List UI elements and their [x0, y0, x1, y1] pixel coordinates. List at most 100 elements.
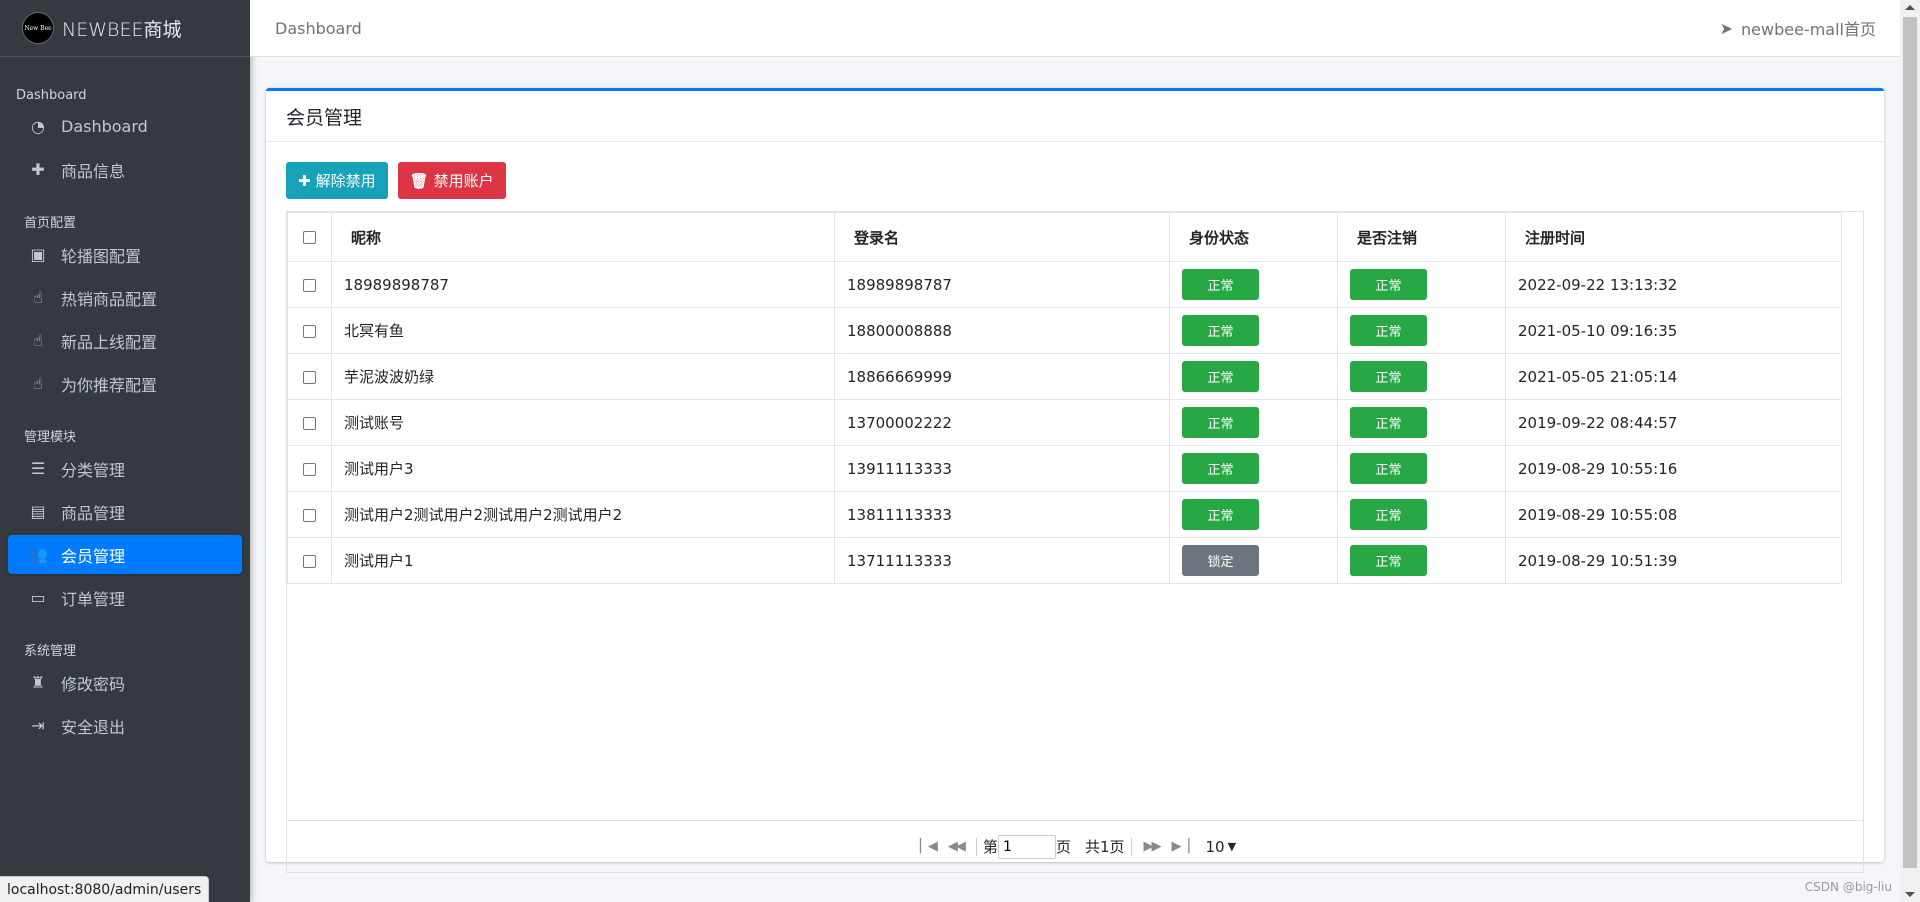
- column-status[interactable]: 身份状态: [1169, 212, 1338, 262]
- prev-page-icon[interactable]: ◀◀: [948, 839, 966, 854]
- nickname-cell: 芋泥波波奶绿: [331, 353, 835, 400]
- login-name-cell: 13711113333: [834, 537, 1170, 584]
- mall-home-link[interactable]: ➤ newbee-mall首页: [1720, 16, 1876, 40]
- nav-section-header: 系统管理: [24, 644, 77, 659]
- page-number-input[interactable]: [997, 834, 1056, 859]
- sidebar-item[interactable]: ▤ 商品管理: [8, 492, 242, 531]
- status-cell: 正常: [1169, 399, 1338, 446]
- users-table: 昵称 登录名 身份状态 是否注销 注册时间 18989898787 189898…: [287, 212, 1842, 584]
- nickname-cell: 测试账号: [331, 399, 835, 446]
- watermark: CSDN @big-liu: [1804, 880, 1892, 894]
- mall-home-label: newbee-mall首页: [1741, 20, 1876, 39]
- sidebar-item[interactable]: ⇥ 安全退出: [8, 706, 242, 745]
- nickname-cell: 北冥有鱼: [331, 307, 835, 354]
- login-name-cell: 13911113333: [834, 445, 1170, 492]
- next-page-icon[interactable]: ▶▶: [1144, 839, 1162, 854]
- status-badge: 正常: [1182, 269, 1259, 300]
- row-checkbox[interactable]: [303, 278, 316, 292]
- sidebar-item[interactable]: ☝ 为你推荐配置: [8, 364, 242, 403]
- nav-section-header: 首页配置: [24, 216, 77, 231]
- column-deleted[interactable]: 是否注销: [1337, 212, 1506, 262]
- register-time-cell: 2019-08-29 10:55:08: [1505, 491, 1842, 538]
- sidebar-item[interactable]: 👥 会员管理: [8, 535, 242, 574]
- table-row[interactable]: 测试用户2测试用户2测试用户2测试用户2 13811113333 正常 正常 2…: [287, 491, 1842, 538]
- table-row[interactable]: 18989898787 18989898787 正常 正常 2022-09-22…: [287, 261, 1842, 308]
- column-login-name[interactable]: 登录名: [834, 212, 1170, 262]
- table-row[interactable]: 测试账号 13700002222 正常 正常 2019-09-22 08:44:…: [287, 399, 1842, 446]
- status-cell: 正常: [1169, 445, 1338, 492]
- list-icon: ☰: [30, 459, 46, 478]
- last-page-icon[interactable]: ▶▕: [1172, 839, 1190, 854]
- table-row[interactable]: 芋泥波波奶绿 18866669999 正常 正常 2021-05-05 21:0…: [287, 353, 1842, 400]
- register-time-cell: 2019-08-29 10:51:39: [1505, 537, 1842, 584]
- topbar: Dashboard ➤ newbee-mall首页: [250, 0, 1900, 57]
- pager-divider: [1130, 837, 1132, 856]
- scrollbar-thumb[interactable]: [1903, 17, 1917, 868]
- row-checkbox[interactable]: [303, 370, 316, 384]
- sidebar-item[interactable]: ☝ 热销商品配置: [8, 278, 242, 317]
- pager: ▏◀ ◀◀ 第 页 共1页 ▶▶ ▶▕ 10 ▼: [287, 820, 1863, 872]
- page-scrollbar[interactable]: [1900, 0, 1920, 902]
- scroll-up-icon[interactable]: [1905, 5, 1915, 10]
- deleted-badge: 正常: [1350, 453, 1427, 484]
- sidebar-item[interactable]: ▣ 轮播图配置: [8, 235, 242, 274]
- row-checkbox[interactable]: [303, 554, 316, 568]
- table-row[interactable]: 测试用户3 13911113333 正常 正常 2019-08-29 10:55…: [287, 445, 1842, 492]
- row-checkbox[interactable]: [303, 508, 316, 522]
- first-page-icon[interactable]: ▏◀: [920, 839, 938, 854]
- breadcrumb[interactable]: Dashboard: [275, 19, 362, 38]
- select-all-checkbox[interactable]: [303, 231, 316, 244]
- login-name-cell: 18866669999: [834, 353, 1170, 400]
- sidebar: New Bee NEWBEE商城 Dashboard ◔ Dashboard ✚ 商品信…: [0, 0, 250, 902]
- card-title: 会员管理: [266, 91, 1884, 142]
- sidebar-item[interactable]: ◔ Dashboard: [8, 107, 242, 146]
- deleted-badge: 正常: [1350, 315, 1427, 346]
- sidebar-item-label: Dashboard: [61, 117, 148, 136]
- paper-plane-icon: ➤: [1719, 18, 1734, 38]
- row-checkbox[interactable]: [303, 416, 316, 430]
- table-header-row: 昵称 登录名 身份状态 是否注销 注册时间: [287, 212, 1842, 262]
- column-register-time[interactable]: 注册时间: [1505, 212, 1842, 262]
- row-select-cell: [287, 261, 332, 308]
- ban-account-label: 禁用账户: [433, 172, 494, 190]
- status-badge: 正常: [1182, 453, 1259, 484]
- register-time-cell: 2022-09-22 13:13:32: [1505, 261, 1842, 308]
- page-size-value: 10: [1205, 837, 1225, 856]
- sidebar-item[interactable]: ▭ 订单管理: [8, 578, 242, 617]
- status-cell: 正常: [1169, 491, 1338, 538]
- table-row[interactable]: 测试用户1 13711113333 锁定 正常 2019-08-29 10:51…: [287, 537, 1842, 584]
- unban-button[interactable]: ✚ 解除禁用: [286, 162, 388, 199]
- money-bill-icon: ▭: [30, 588, 46, 607]
- sidebar-item-label: 商品信息: [61, 161, 126, 181]
- deleted-badge: 正常: [1350, 361, 1427, 392]
- sidebar-item[interactable]: ☰ 分类管理: [8, 449, 242, 488]
- chevron-down-icon: ▼: [1227, 840, 1237, 853]
- row-select-cell: [287, 537, 332, 584]
- register-time-cell: 2021-05-05 21:05:14: [1505, 353, 1842, 400]
- scroll-down-icon[interactable]: [1905, 892, 1915, 897]
- login-name-cell: 18989898787: [834, 261, 1170, 308]
- deleted-cell: 正常: [1337, 353, 1506, 400]
- toolbar: ✚ 解除禁用 🗑 禁用账户: [286, 162, 1864, 199]
- table-body: 18989898787 18989898787 正常 正常 2022-09-22…: [287, 261, 1842, 584]
- page-size-select[interactable]: 10 ▼: [1206, 838, 1237, 856]
- brand[interactable]: New Bee NEWBEE商城: [0, 0, 250, 57]
- status-cell: 正常: [1169, 261, 1338, 308]
- sidebar-item[interactable]: ♜ 修改密码: [8, 663, 242, 702]
- deleted-cell: 正常: [1337, 537, 1506, 584]
- sidebar-item[interactable]: ✚ 商品信息: [8, 150, 242, 189]
- ban-account-button[interactable]: 🗑 禁用账户: [397, 162, 506, 199]
- row-checkbox[interactable]: [303, 324, 316, 338]
- table-row[interactable]: 北冥有鱼 18800008888 正常 正常 2021-05-10 09:16:…: [287, 307, 1842, 354]
- member-management-card: 会员管理 ✚ 解除禁用 🗑 禁用账户 昵称 登录名 身份状态 是否注销 注册时间…: [266, 88, 1884, 873]
- archive-icon: ▤: [30, 502, 46, 521]
- deleted-cell: 正常: [1337, 261, 1506, 308]
- deleted-cell: 正常: [1337, 445, 1506, 492]
- row-checkbox[interactable]: [303, 462, 316, 476]
- sidebar-item-label: 订单管理: [61, 589, 126, 609]
- status-badge: 正常: [1182, 407, 1259, 438]
- select-all-cell: [287, 212, 332, 262]
- user-secret-icon: ♜: [30, 673, 46, 692]
- column-nickname[interactable]: 昵称: [331, 212, 835, 262]
- sidebar-item[interactable]: ☝ 新品上线配置: [8, 321, 242, 360]
